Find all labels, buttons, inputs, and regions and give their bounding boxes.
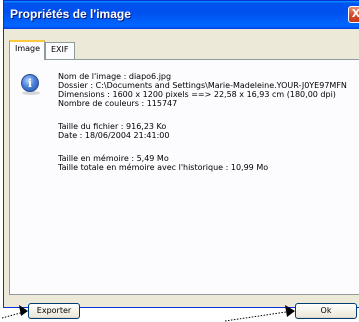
arrow-left-icon — [19, 305, 28, 316]
arrow-right-icon — [285, 305, 295, 317]
pointer-annotations — [1, 305, 295, 322]
tab-image[interactable]: Image — [9, 40, 45, 60]
tab-image-label: Image — [15, 44, 41, 53]
dotted-line-right — [224, 311, 287, 322]
